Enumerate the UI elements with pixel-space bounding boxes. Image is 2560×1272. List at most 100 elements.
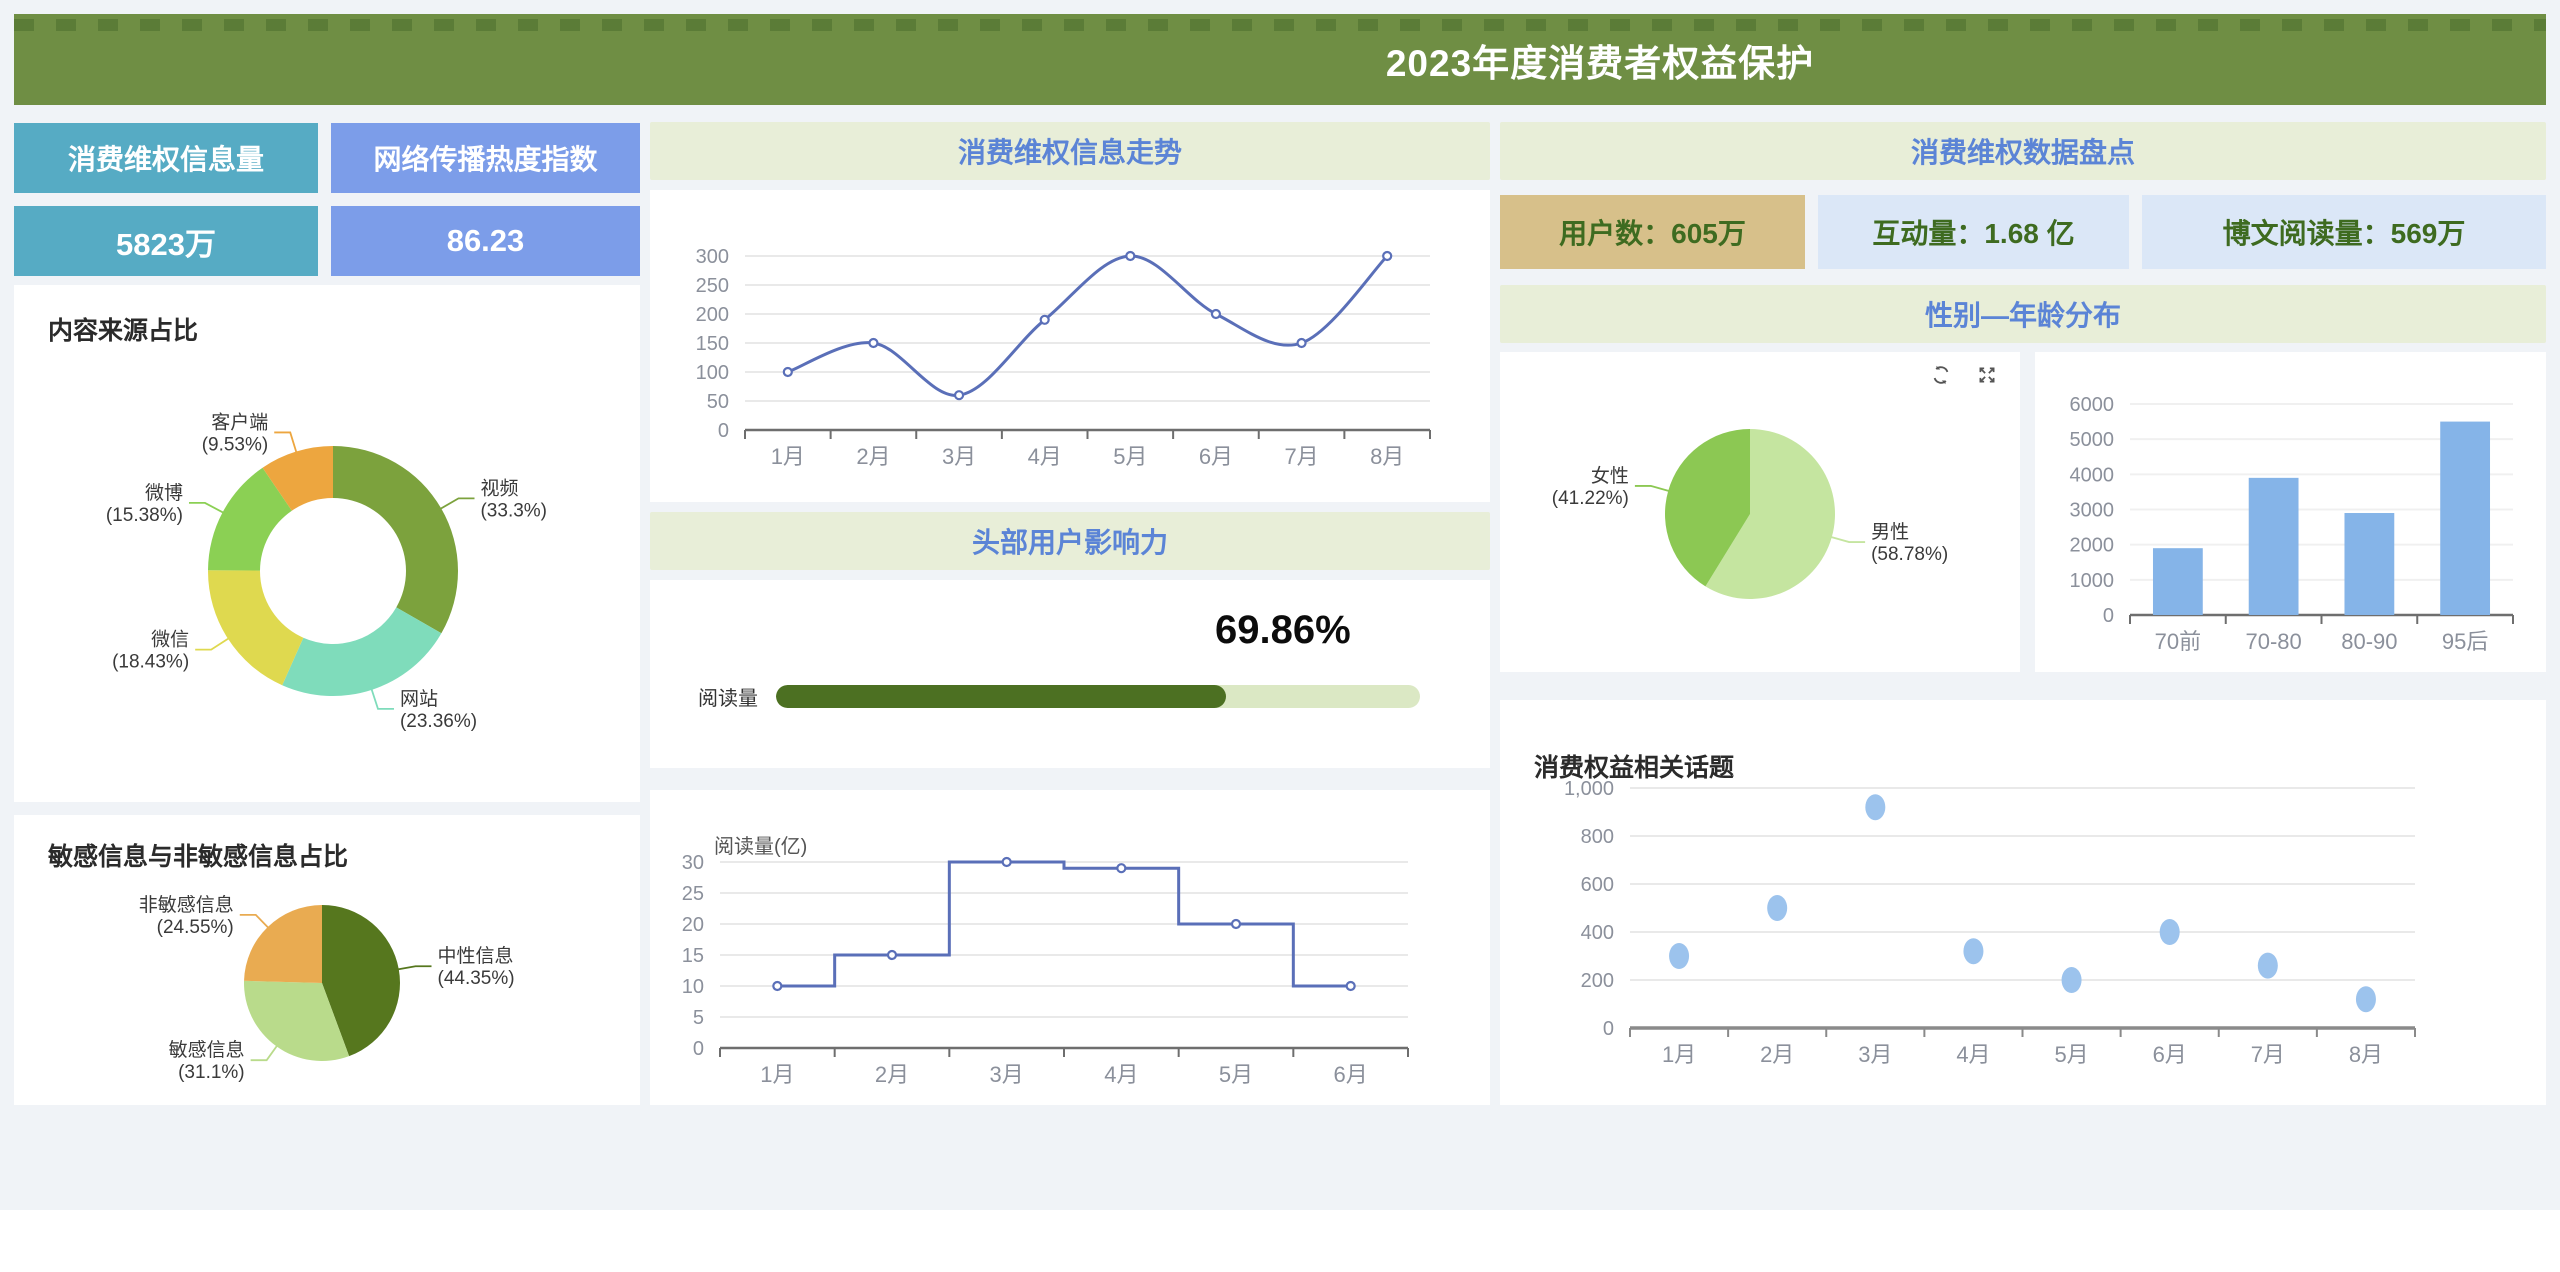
svg-text:5月: 5月: [2054, 1042, 2088, 1067]
svg-text:1000: 1000: [2070, 570, 2115, 592]
svg-text:男性: 男性: [1871, 521, 1909, 543]
svg-text:4000: 4000: [2070, 464, 2115, 486]
trend-banner: 消费维权信息走势: [650, 122, 1490, 180]
svg-text:10: 10: [682, 976, 704, 998]
age-bar-panel: 0 1000 2000 3000 4000 5000 6000 70前 70-80 80-90 95…: [2035, 352, 2546, 672]
dashboard: 2023年度消费者权益保护 消费维权信息量 网络传播热度指数 5823万 86.…: [0, 0, 2560, 1272]
svg-text:(44.35%): (44.35%): [438, 968, 515, 989]
svg-text:800: 800: [1581, 826, 1614, 848]
svg-text:5: 5: [693, 1007, 704, 1029]
svg-text:(41.22%): (41.22%): [1552, 488, 1629, 509]
page-title: 2023年度消费者权益保护: [1385, 42, 1815, 84]
svg-text:(9.53%): (9.53%): [202, 434, 269, 455]
trend-panel: 0 50 100 150 200 250 300 1月 2月 3月 4月 5月 6月 7月 8月: [650, 190, 1490, 502]
svg-text:2月: 2月: [856, 444, 890, 469]
reading-step-chart: 0 5 10 15 20 25 30 1月 2月 3月 4月 5月 6月: [650, 790, 1490, 1105]
svg-text:1月: 1月: [1662, 1042, 1696, 1067]
svg-text:(18.43%): (18.43%): [112, 652, 189, 673]
content-source-donut-chart: 视频 (33.3%) 网站 (23.36%) 微信 (18.43%) 微博 (15.38%) 客…: [14, 285, 640, 802]
svg-text:视频: 视频: [480, 477, 518, 499]
svg-text:200: 200: [696, 304, 729, 326]
progress-row: 阅读量: [698, 682, 1420, 711]
progress-value: 69.86%: [1215, 608, 1351, 652]
svg-text:非敏感信息: 非敏感信息: [139, 894, 234, 916]
kpi-interactions: 互动量：1.68 亿: [1818, 195, 2129, 269]
trend-line-chart: 0 50 100 150 200 250 300 1月 2月 3月 4月 5月 6月 7月 8月: [650, 190, 1490, 502]
svg-text:6000: 6000: [2070, 394, 2115, 416]
svg-text:250: 250: [696, 275, 729, 297]
svg-text:0: 0: [718, 420, 729, 442]
svg-text:1,000: 1,000: [1564, 778, 1614, 800]
kpi-users: 用户数：605万: [1500, 195, 1805, 269]
svg-text:200: 200: [1581, 970, 1614, 992]
progress-label: 阅读量: [698, 688, 758, 710]
svg-text:5月: 5月: [1113, 444, 1147, 469]
svg-text:中性信息: 中性信息: [438, 945, 514, 967]
svg-text:3月: 3月: [1858, 1042, 1892, 1067]
svg-text:7月: 7月: [2251, 1042, 2285, 1067]
svg-text:0: 0: [693, 1038, 704, 1060]
topics-panel: 消费权益相关话题 0 200 400 600 800 1,000 1月 2月 3月 4月 5月 6月 7…: [1500, 700, 2546, 1105]
gender-pie-chart: 男性 (58.78%) 女性 (41.22%): [1500, 352, 2020, 672]
topics-scatter-chart: 0 200 400 600 800 1,000 1月 2月 3月 4月 5月 6月 7月 8月: [1500, 700, 2546, 1105]
gender-age-banner: 性别—年龄分布: [1500, 285, 2546, 343]
kpi-info-volume-label: 消费维权信息量: [14, 123, 318, 193]
svg-text:6月: 6月: [1334, 1062, 1368, 1087]
svg-text:95后: 95后: [2442, 629, 2488, 654]
svg-text:网站: 网站: [400, 688, 438, 710]
reading-step-panel: 阅读量(亿) 0 5 10 15 20 25 30 1月 2月 3月 4月 5月 6月: [650, 790, 1490, 1105]
svg-text:客户端: 客户端: [211, 411, 268, 433]
svg-text:20: 20: [682, 914, 704, 936]
sensitivity-panel: 敏感信息与非敏感信息占比 中性信息 (44.35%) 敏感信息 (31.1%) 非敏感信…: [14, 815, 640, 1105]
svg-text:(23.36%): (23.36%): [400, 711, 477, 732]
svg-text:2月: 2月: [1760, 1042, 1794, 1067]
footer-bar: [0, 1210, 2560, 1272]
svg-text:400: 400: [1581, 922, 1614, 944]
svg-text:1月: 1月: [760, 1062, 794, 1087]
svg-text:女性: 女性: [1591, 465, 1629, 487]
kpi-post-reads: 博文阅读量：569万: [2142, 195, 2546, 269]
svg-text:4月: 4月: [1956, 1042, 1990, 1067]
svg-text:70前: 70前: [2155, 629, 2201, 654]
svg-text:2月: 2月: [875, 1062, 909, 1087]
svg-text:300: 300: [696, 246, 729, 268]
svg-text:7月: 7月: [1284, 444, 1318, 469]
svg-text:4月: 4月: [1104, 1062, 1138, 1087]
content-source-panel: 内容来源占比 视频 (33.3%) 网站 (23.36%) 微信 (18.43%) 微博 (1…: [14, 285, 640, 802]
svg-text:0: 0: [1603, 1018, 1614, 1040]
svg-text:3月: 3月: [990, 1062, 1024, 1087]
svg-text:微博: 微博: [145, 482, 183, 504]
data-review-banner: 消费维权数据盘点: [1500, 122, 2546, 180]
svg-text:50: 50: [707, 391, 729, 413]
influence-banner: 头部用户影响力: [650, 512, 1490, 570]
svg-text:25: 25: [682, 883, 704, 905]
svg-text:0: 0: [2103, 605, 2114, 627]
dashboard-header: 2023年度消费者权益保护: [14, 14, 2546, 105]
age-bar-chart: 0 1000 2000 3000 4000 5000 6000 70前 70-80 80-90 95…: [2035, 352, 2546, 672]
svg-text:1月: 1月: [771, 444, 805, 469]
svg-text:80-90: 80-90: [2341, 629, 2397, 654]
svg-text:5000: 5000: [2070, 429, 2115, 451]
svg-text:(58.78%): (58.78%): [1871, 544, 1948, 565]
svg-text:4月: 4月: [1028, 444, 1062, 469]
kpi-info-volume-value: 5823万: [14, 206, 318, 276]
kpi-heat-index-value: 86.23: [331, 206, 640, 276]
svg-text:8月: 8月: [1370, 444, 1404, 469]
progress-fill: [776, 685, 1226, 708]
svg-text:30: 30: [682, 852, 704, 874]
svg-text:70-80: 70-80: [2245, 629, 2301, 654]
svg-text:3月: 3月: [942, 444, 976, 469]
svg-text:6月: 6月: [2153, 1042, 2187, 1067]
kpi-heat-index-label: 网络传播热度指数: [331, 123, 640, 193]
svg-text:2000: 2000: [2070, 535, 2115, 557]
svg-text:(31.1%): (31.1%): [178, 1062, 245, 1083]
svg-text:(15.38%): (15.38%): [106, 505, 183, 526]
sensitivity-pie-chart: 中性信息 (44.35%) 敏感信息 (31.1%) 非敏感信息 (24.55%): [14, 815, 640, 1105]
svg-text:微信: 微信: [151, 629, 189, 651]
svg-text:600: 600: [1581, 874, 1614, 896]
svg-text:100: 100: [696, 362, 729, 384]
svg-text:(33.3%): (33.3%): [480, 500, 547, 521]
svg-text:3000: 3000: [2070, 500, 2115, 522]
influence-panel: 69.86% 阅读量: [650, 580, 1490, 768]
svg-text:15: 15: [682, 945, 704, 967]
